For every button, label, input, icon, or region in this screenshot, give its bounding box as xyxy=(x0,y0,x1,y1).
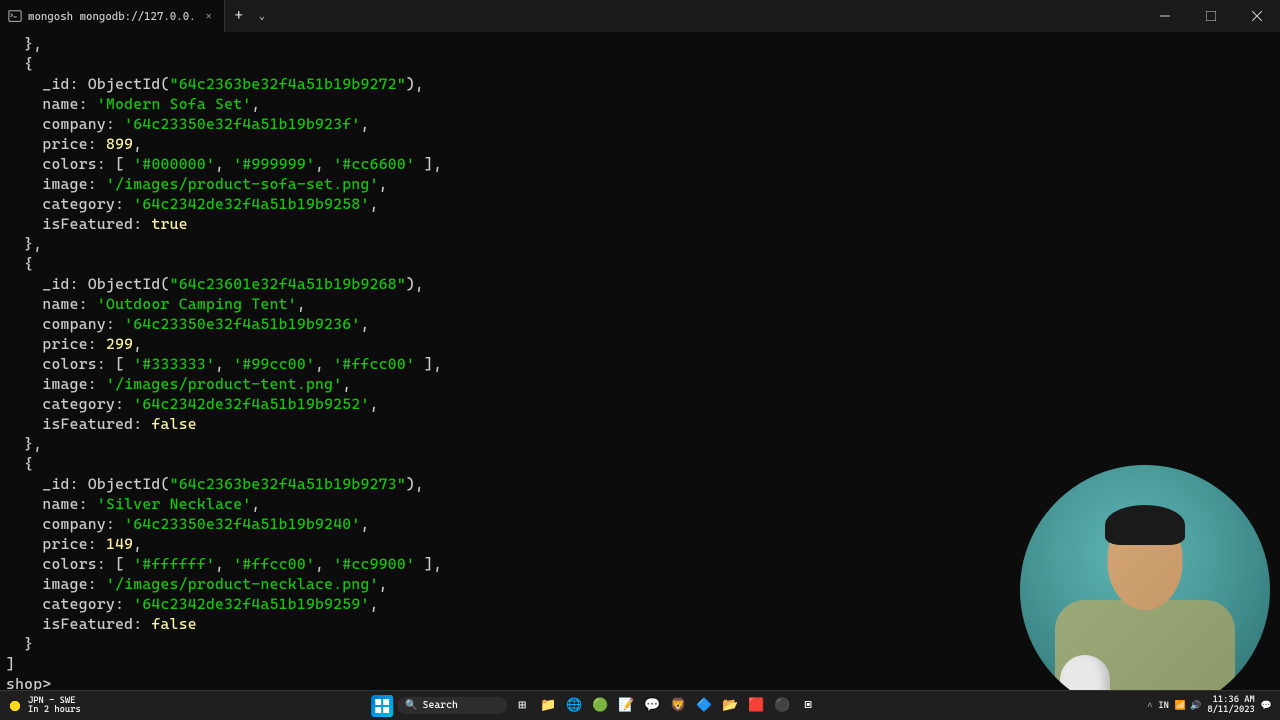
taskbar-search[interactable]: 🔍 Search xyxy=(397,697,507,714)
clock-date: 8/11/2023 xyxy=(1207,706,1254,716)
tab-strip: mongosh mongodb://127.0.0. ✕ + ⌄ xyxy=(0,0,271,32)
close-button[interactable] xyxy=(1234,0,1280,32)
terminal-icon xyxy=(8,9,22,23)
terminal-app-icon[interactable]: ▣ xyxy=(797,695,819,717)
window-titlebar: mongosh mongodb://127.0.0. ✕ + ⌄ xyxy=(0,0,1280,32)
weather-icon xyxy=(6,697,24,715)
whatsapp-icon[interactable]: 💬 xyxy=(641,695,663,717)
search-placeholder: Search xyxy=(423,700,458,711)
edge-icon[interactable]: 🌐 xyxy=(563,695,585,717)
chrome-icon[interactable]: 🟢 xyxy=(589,695,611,717)
taskbar-clock[interactable]: 11:36 AM 8/11/2023 xyxy=(1207,696,1254,716)
window-controls xyxy=(1142,0,1280,32)
weather-line-2: In 2 hours xyxy=(28,706,81,715)
windows-taskbar: JPN - SWE In 2 hours 🔍 Search ⊞ 📁 🌐 🟢 📝 … xyxy=(0,690,1280,720)
vscode-icon[interactable]: 🔷 xyxy=(693,695,715,717)
powerpoint-icon[interactable]: 🟥 xyxy=(745,695,767,717)
obs-icon[interactable]: ⚫ xyxy=(771,695,793,717)
notion-icon[interactable]: 📝 xyxy=(615,695,637,717)
close-tab-icon[interactable]: ✕ xyxy=(202,9,216,24)
start-button[interactable] xyxy=(371,695,393,717)
task-view-icon[interactable]: ⊞ xyxy=(511,695,533,717)
language-indicator[interactable]: IN xyxy=(1158,701,1169,711)
explorer-icon[interactable]: 📁 xyxy=(537,695,559,717)
search-icon: 🔍 xyxy=(405,700,417,711)
notifications-icon[interactable]: 💬 xyxy=(1261,701,1272,711)
volume-icon: 🔊 xyxy=(1190,701,1201,711)
presenter-silhouette xyxy=(1020,465,1270,715)
terminal-tab[interactable]: mongosh mongodb://127.0.0. ✕ xyxy=(0,0,225,32)
new-tab-button[interactable]: + xyxy=(225,8,253,24)
taskbar-center: 🔍 Search ⊞ 📁 🌐 🟢 📝 💬 🦁 🔷 📂 🟥 ⚫ ▣ xyxy=(371,695,819,717)
system-tray[interactable]: 📶 🔊 xyxy=(1175,701,1201,711)
minimize-button[interactable] xyxy=(1142,0,1188,32)
folder-icon[interactable]: 📂 xyxy=(719,695,741,717)
taskbar-weather-widget[interactable]: JPN - SWE In 2 hours xyxy=(6,697,81,715)
tab-dropdown-icon[interactable]: ⌄ xyxy=(253,11,271,22)
wifi-icon: 📶 xyxy=(1175,701,1186,711)
maximize-button[interactable] xyxy=(1188,0,1234,32)
webcam-overlay xyxy=(1020,465,1270,715)
tray-chevron-icon[interactable]: ˄ xyxy=(1147,700,1152,711)
brave-icon[interactable]: 🦁 xyxy=(667,695,689,717)
tab-title: mongosh mongodb://127.0.0. xyxy=(28,10,196,23)
